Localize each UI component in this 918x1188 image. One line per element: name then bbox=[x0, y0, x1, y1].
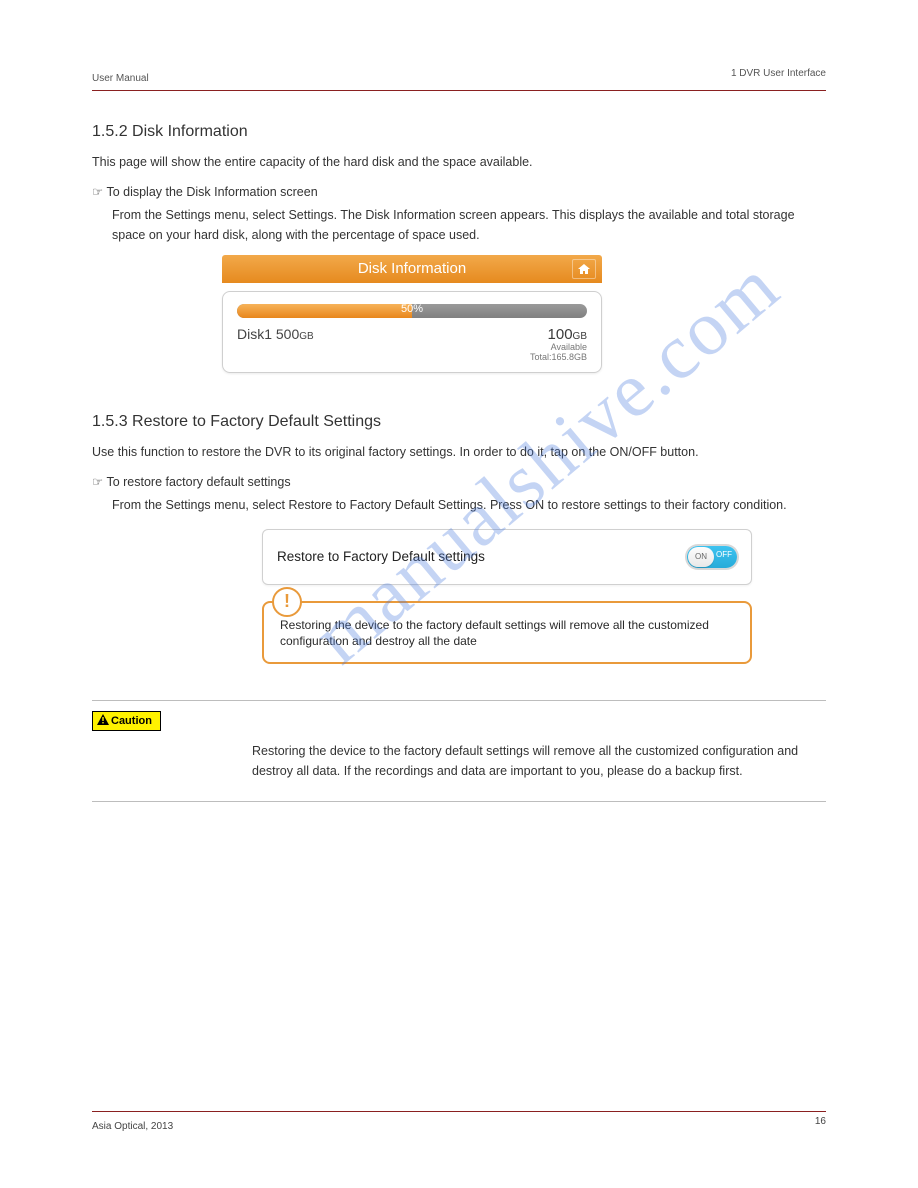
home-icon[interactable] bbox=[572, 259, 596, 279]
pointer-disk-info: To display the Disk Information screen bbox=[92, 184, 826, 199]
disk-total-label: Total:165.8GB bbox=[530, 352, 587, 362]
footer-left: Asia Optical, 2013 bbox=[92, 1121, 173, 1132]
disk-progress-percent: 50% bbox=[401, 304, 423, 315]
toggle-knob-on: ON bbox=[688, 547, 714, 567]
caution-body: Restoring the device to the factory defa… bbox=[252, 741, 826, 781]
exclamation-icon: ! bbox=[272, 587, 302, 617]
factory-reset-label: Restore to Factory Default settings bbox=[277, 549, 485, 564]
disk-progress-fill bbox=[237, 304, 412, 318]
header-rule bbox=[92, 90, 826, 91]
disk-progress-bar: 50% bbox=[237, 304, 587, 318]
caution-badge-text: Caution bbox=[111, 715, 152, 727]
section-title-disk-info: 1.5.2 Disk Information bbox=[92, 123, 826, 141]
disk-free-value: 100 bbox=[548, 326, 573, 343]
toggle-off-label: OFF bbox=[716, 550, 732, 559]
section-body-disk-info: This page will show the entire capacity … bbox=[92, 153, 826, 172]
caution-badge: Caution bbox=[92, 711, 161, 731]
footer-right: 16 bbox=[815, 1116, 826, 1127]
indent-factory: From the Settings menu, select Restore t… bbox=[112, 495, 826, 515]
warning-triangle-icon bbox=[97, 714, 109, 728]
section-title-factory: 1.5.3 Restore to Factory Default Setting… bbox=[92, 413, 826, 431]
factory-warning-text: Restoring the device to the factory defa… bbox=[280, 617, 734, 651]
factory-reset-toggle[interactable]: ON OFF bbox=[687, 546, 737, 568]
disk-panel-title: Disk Information bbox=[358, 260, 466, 277]
disk-name-unit: GB bbox=[299, 331, 313, 342]
factory-warning-panel: ! Restoring the device to the factory de… bbox=[262, 601, 752, 665]
caution-bottom-rule bbox=[92, 801, 826, 802]
disk-free-unit: GB bbox=[573, 331, 587, 342]
pointer-factory: To restore factory default settings bbox=[92, 474, 826, 489]
disk-free: 100GB bbox=[530, 326, 587, 343]
disk-name-text: Disk1 500 bbox=[237, 326, 299, 342]
factory-reset-row: Restore to Factory Default settings ON O… bbox=[262, 529, 752, 585]
header-left: User Manual bbox=[92, 73, 149, 84]
footer-rule bbox=[92, 1111, 826, 1112]
disk-card: 50% Disk1 500GB 100GB Available Total:16… bbox=[222, 291, 602, 373]
disk-name: Disk1 500GB bbox=[237, 326, 314, 342]
section-body-factory: Use this function to restore the DVR to … bbox=[92, 443, 826, 462]
disk-available-label: Available bbox=[530, 342, 587, 352]
header-right: 1 DVR User Interface bbox=[731, 68, 826, 79]
indent-disk-info: From the Settings menu, select Settings.… bbox=[112, 205, 826, 245]
disk-panel-header: Disk Information bbox=[222, 255, 602, 283]
